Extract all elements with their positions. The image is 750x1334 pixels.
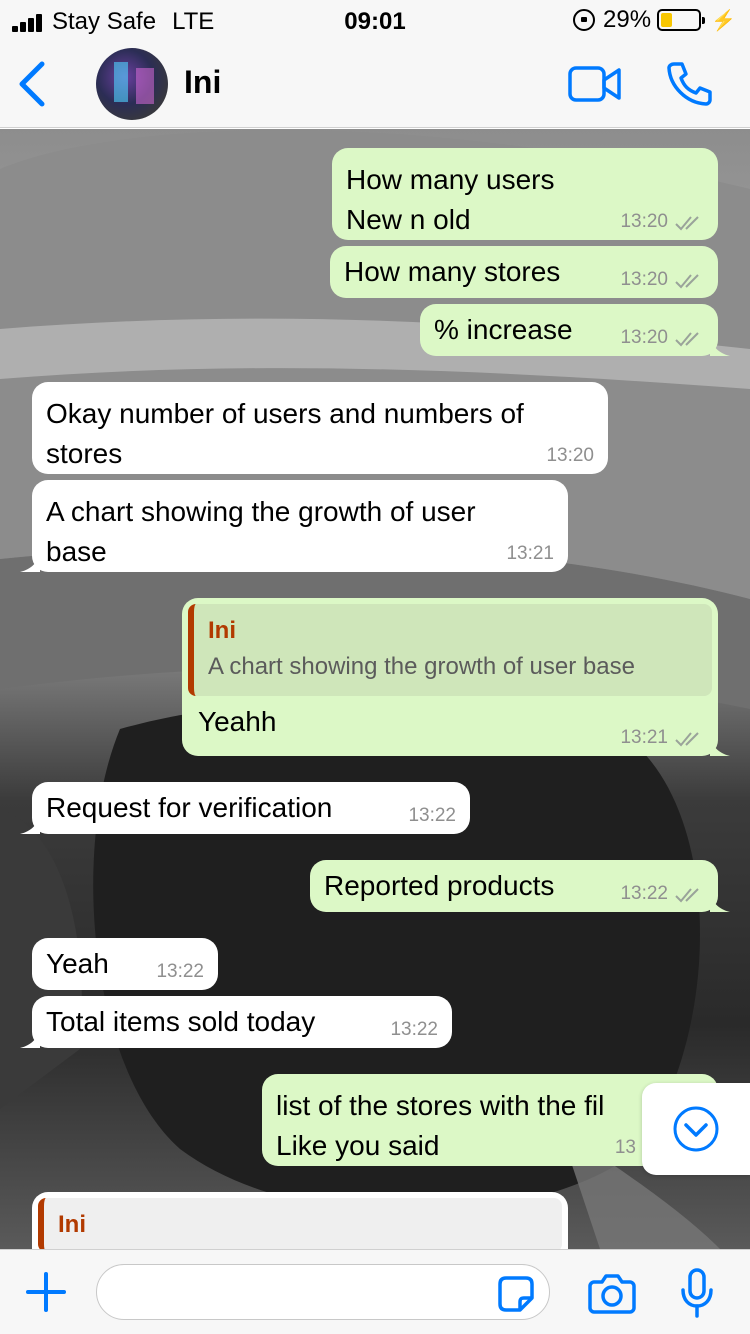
message-bubble-incoming[interactable]: Total items sold today 13:22	[20, 996, 452, 1048]
read-receipt-icon	[675, 888, 699, 903]
message-text: Okay number of users and numbers of stor…	[46, 398, 524, 469]
read-receipt-icon	[675, 332, 699, 347]
message-bubble-outgoing[interactable]: % increase 13:20	[420, 304, 730, 356]
sticker-icon	[498, 1276, 534, 1312]
chevron-left-icon	[19, 61, 45, 107]
charging-icon: ⚡	[711, 9, 736, 32]
message-time: 13	[614, 1137, 636, 1158]
bubble-tail	[20, 552, 40, 572]
message-time: 13:22	[620, 883, 668, 904]
voice-call-button[interactable]	[666, 60, 712, 106]
chat-area[interactable]: How many users New n old 13:20 How many …	[0, 129, 750, 1249]
message-text: Total items sold today	[46, 1006, 316, 1037]
message-text: list of the stores with the fil Like you…	[276, 1090, 605, 1161]
phone-icon	[667, 62, 712, 106]
camera-button[interactable]	[588, 1272, 636, 1314]
message-text: Request for verification	[46, 792, 333, 823]
message-bubble-incoming-reply[interactable]: Ini	[32, 1192, 568, 1249]
sticker-button[interactable]	[496, 1274, 536, 1314]
message-time: 13:20	[620, 327, 668, 348]
message-bubble-outgoing[interactable]: Reported products 13:22	[310, 860, 730, 912]
orientation-lock-icon	[573, 9, 596, 31]
message-text: How many stores	[344, 256, 561, 287]
message-input[interactable]	[96, 1264, 550, 1320]
quoted-message[interactable]: Ini A chart showing the growth of user b…	[188, 604, 712, 696]
message-bubble-incoming[interactable]: Okay number of users and numbers of stor…	[32, 382, 608, 474]
video-camera-icon	[568, 66, 621, 102]
message-text: Reported products	[324, 870, 555, 901]
chat-header: Ini	[0, 40, 750, 128]
quoted-text: A chart showing the growth of user base	[208, 653, 635, 680]
message-time: 13:20	[620, 211, 668, 232]
message-bubble-incoming[interactable]: Request for verification 13:22	[20, 782, 470, 834]
message-bubble-outgoing-reply[interactable]: Ini A chart showing the growth of user b…	[182, 598, 730, 756]
message-text: Yeahh	[198, 706, 277, 737]
bubble-tail	[710, 336, 730, 356]
video-call-button[interactable]	[568, 64, 622, 104]
message-bubble-outgoing[interactable]: How many stores 13:20	[330, 246, 718, 298]
message-time: 13:21	[506, 543, 554, 564]
quoted-author: Ini	[58, 1211, 86, 1238]
bubble-tail	[710, 892, 730, 912]
contact-name[interactable]: Ini	[184, 64, 221, 101]
battery-icon	[657, 9, 706, 31]
message-text: Yeah	[46, 948, 109, 979]
microphone-icon	[681, 1268, 713, 1318]
back-button[interactable]	[14, 60, 54, 108]
quoted-author: Ini	[208, 617, 236, 644]
read-receipt-icon	[675, 274, 699, 289]
message-time: 13:21	[620, 727, 668, 748]
scroll-to-bottom-button[interactable]	[642, 1083, 750, 1175]
message-text: A chart showing the growth of user base	[46, 496, 476, 567]
message-time: 13:22	[156, 961, 204, 982]
message-bubble-incoming[interactable]: A chart showing the growth of user base …	[20, 480, 568, 572]
microphone-button[interactable]	[680, 1268, 714, 1318]
bubble-tail	[20, 814, 40, 834]
message-time: 13:20	[546, 445, 594, 466]
message-time: 13:20	[620, 269, 668, 290]
avatar[interactable]	[96, 48, 168, 120]
camera-icon	[588, 1274, 636, 1314]
message-time: 13:22	[390, 1019, 438, 1040]
read-receipt-icon	[675, 216, 699, 231]
message-bubble-outgoing[interactable]: How many users New n old 13:20	[332, 148, 718, 240]
attach-button[interactable]	[24, 1270, 68, 1314]
message-bubble-incoming[interactable]: Yeah 13:22	[32, 938, 218, 990]
bubble-tail	[710, 736, 730, 756]
message-time: 13:22	[408, 805, 456, 826]
read-receipt-icon	[675, 732, 699, 747]
quoted-message[interactable]: Ini	[38, 1198, 562, 1249]
bubble-tail	[20, 1028, 40, 1048]
plus-icon	[26, 1272, 66, 1312]
message-text: How many users New n old	[346, 164, 555, 235]
compose-bar	[0, 1249, 750, 1334]
chevron-down-circle-icon	[673, 1106, 719, 1152]
battery-percentage: 29%	[603, 6, 652, 33]
status-bar: Stay Safe LTE 09:01 29% ⚡	[0, 0, 750, 40]
message-text: % increase	[434, 314, 573, 345]
